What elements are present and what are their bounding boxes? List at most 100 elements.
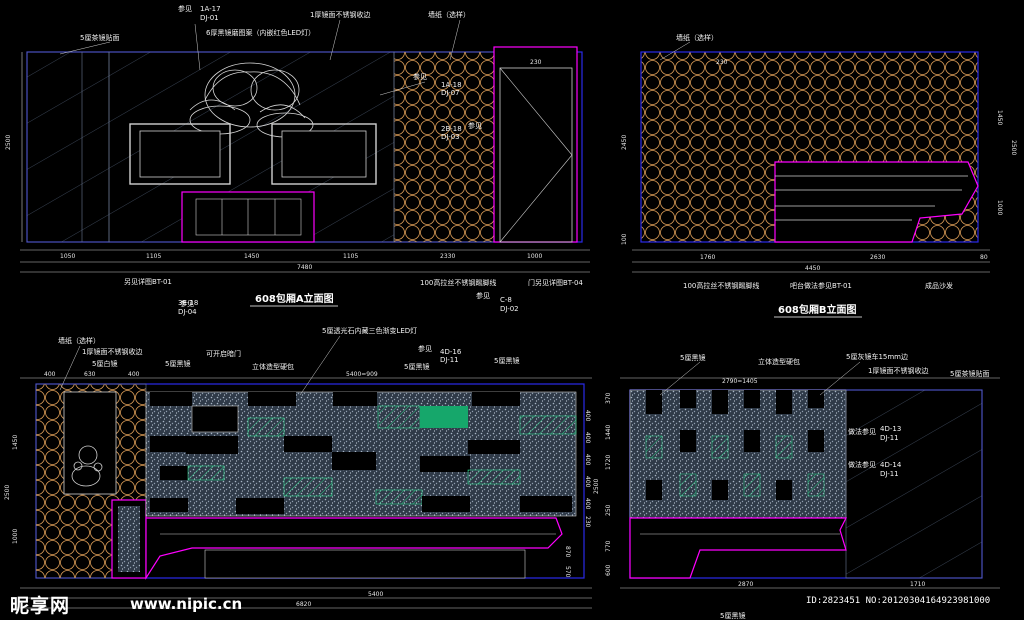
dim-b-8: 100	[621, 233, 628, 245]
dim-a-2: 1105	[146, 253, 161, 260]
label-b-4: 成品沙发	[925, 281, 953, 290]
panel-d-bench	[629, 517, 847, 579]
label-d-11: DJ-11	[880, 470, 899, 478]
watermark-id: ID:2823451 NO:20120304164923981000	[806, 596, 991, 606]
label-d-12: 5厘黑镜	[720, 611, 745, 620]
dim-c-11: 400	[584, 476, 591, 488]
dim-b-2: 2630	[870, 254, 885, 261]
label-c-11: 5厘黑镜	[404, 362, 429, 371]
dim-b-9: 230	[716, 59, 728, 66]
label-c-6: 立体造型硬包	[252, 362, 294, 371]
dim-c-1: 400	[44, 371, 56, 378]
dim-d-7: 770	[605, 540, 612, 552]
label-a-6: 1厚镜面不锈钢收边	[310, 10, 370, 19]
dim-d-4: 2500	[593, 479, 600, 494]
panel-b-elevation: 1760 2630 4450 80 1450 2500 1000 2450 10…	[621, 33, 1017, 318]
panel-d-upholstery-wall	[629, 389, 847, 519]
label-d-6: 做法参见	[848, 427, 876, 436]
dim-a-3: 1450	[244, 253, 259, 260]
label-c-9: 4D-16	[440, 348, 462, 356]
dim-c-14: 5400	[368, 591, 383, 598]
dim-b-6: 1000	[996, 200, 1003, 215]
dim-b-total: 4450	[805, 265, 820, 272]
label-b-2: 100高拉丝不锈钢踢脚线	[683, 281, 759, 290]
mirror-panel-left	[26, 51, 110, 243]
label-b-3: 吧台做法参见BT-01	[790, 281, 852, 290]
dim-a-1: 1050	[60, 253, 75, 260]
dim-b-5: 2500	[1010, 140, 1017, 155]
label-d-1: 5厘黑镜	[680, 353, 705, 362]
label-d-9: 做法参见	[848, 460, 876, 469]
label-c-2: 1厚镜面不锈钢收边	[82, 347, 142, 356]
label-c-1: 墙纸（选样）	[58, 336, 100, 345]
label-d-7: 4D-13	[880, 425, 901, 433]
dim-d-2: 2870	[738, 581, 753, 588]
white-mirror-niche	[63, 391, 117, 495]
label-a-13: DJ-03	[441, 133, 460, 141]
label-b-1: 墙纸（选样）	[676, 33, 718, 42]
panel-c-elevation: 400 630 400 5400=909 2500 1450 1000 400 …	[4, 326, 592, 609]
cad-elevation-sheet: 1050 1105 1450 1105 2330 1000 7480 2500 …	[0, 0, 1024, 620]
label-a-18: 3E-18	[178, 299, 198, 307]
dim-b-7: 2450	[621, 135, 628, 150]
dim-a-5: 2330	[440, 253, 455, 260]
label-a-8: 参见	[413, 72, 427, 81]
dim-c-3: 400	[128, 371, 140, 378]
dim-b-4: 1450	[996, 110, 1003, 125]
dim-d-10: 600	[605, 564, 612, 576]
dim-c-9: 400	[584, 432, 591, 444]
panel-a-title: 608包厢A立面图	[255, 292, 334, 305]
label-a-12: 2B-18	[441, 125, 462, 133]
dim-a-height: 2500	[5, 135, 12, 150]
label-d-8: DJ-11	[880, 434, 899, 442]
dim-d-1: 2790=1405	[722, 378, 758, 385]
label-a-15: 100高拉丝不锈钢踢脚线	[420, 278, 496, 287]
label-c-12: 5厘黑镜	[494, 356, 519, 365]
watermark-logo: 昵享网	[10, 595, 71, 617]
dim-c-17: 570	[564, 566, 571, 578]
dim-c-16: 870	[564, 546, 571, 558]
dim-b-3: 80	[980, 254, 988, 261]
label-c-10: DJ-11	[440, 356, 459, 364]
dim-d-8: 370	[605, 392, 612, 404]
label-a-9: 1A-18	[441, 81, 462, 89]
label-a-20: 参见	[476, 291, 490, 300]
dim-c-6: 1450	[12, 435, 19, 450]
label-a-2: 参见	[178, 4, 192, 13]
dim-d-9: 1440	[605, 425, 612, 440]
label-d-4: 1厚镜面不锈钢收边	[868, 366, 928, 375]
label-a-3: 1A-17	[200, 5, 221, 13]
label-c-5: 可开启暗门	[206, 349, 241, 358]
dim-a-4: 1105	[343, 253, 358, 260]
label-a-10: DJ-07	[441, 89, 460, 97]
dim-a-total: 7480	[297, 264, 312, 271]
label-d-5: 5厘茶镜贴面	[950, 369, 989, 378]
watermark-url: www.nipic.cn	[130, 595, 243, 613]
label-a-7: 墙纸（选样）	[428, 10, 470, 19]
panel-d-elevation: 2790=1405 2870 1710 2500 1720 250 770 37…	[593, 352, 1000, 620]
label-d-2: 立体造型硬包	[758, 357, 800, 366]
label-a-4: DJ-01	[200, 14, 219, 22]
label-c-4: 5厘黑镜	[165, 359, 190, 368]
label-c-3: 5厘白镜	[92, 359, 117, 368]
dim-c-7: 1000	[12, 529, 19, 544]
dim-c-8: 400	[584, 410, 591, 422]
panel-a-elevation: 1050 1105 1450 1105 2330 1000 7480 2500 …	[5, 4, 590, 316]
label-a-11: 参见	[468, 121, 482, 130]
panel-d-tea-mirror	[845, 389, 983, 579]
label-a-1: 5厘茶镜贴面	[80, 33, 119, 42]
dim-c-13: 230	[584, 516, 591, 528]
dim-c-4: 5400=909	[346, 371, 378, 378]
label-c-8: 参见	[418, 344, 432, 353]
label-a-14: 另见详图BT-01	[124, 277, 172, 286]
dim-d-5: 1720	[605, 455, 612, 470]
dim-d-6: 250	[605, 504, 612, 516]
label-a-21: C-8	[500, 296, 512, 304]
label-a-5: 6厚黑镜磨图案（内嵌红色LED灯）	[206, 28, 315, 37]
label-d-3: 5厘灰镜车15mm边	[846, 352, 908, 361]
label-a-19: DJ-04	[178, 308, 197, 316]
panel-b-title: 608包厢B立面图	[778, 303, 857, 316]
dim-d-3: 1710	[910, 581, 925, 588]
label-a-16: 门另见详图BT-04	[528, 278, 583, 287]
dim-c-15: 6820	[296, 601, 311, 608]
